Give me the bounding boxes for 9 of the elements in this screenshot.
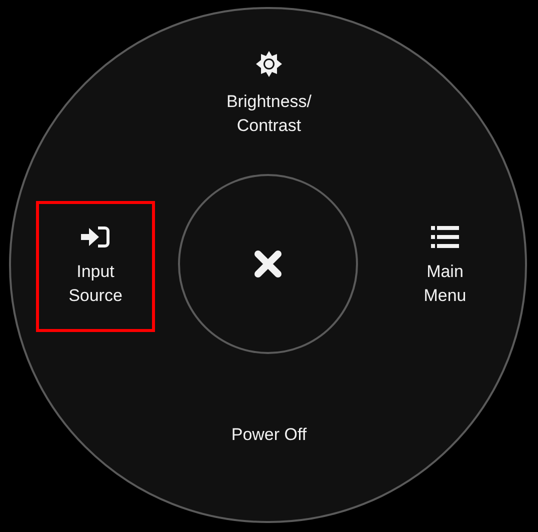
menu-item[interactable]: Brightness/ Contrast — [219, 39, 319, 149]
list-icon — [431, 226, 459, 248]
menu-item[interactable]: Power Off — [209, 415, 329, 455]
sun-icon — [255, 50, 283, 78]
menu-item[interactable]: Input Source — [36, 201, 155, 332]
enter-icon — [81, 226, 110, 248]
close-icon — [253, 249, 283, 279]
menu-item[interactable]: Main Menu — [385, 201, 505, 332]
close-button[interactable] — [178, 174, 358, 354]
